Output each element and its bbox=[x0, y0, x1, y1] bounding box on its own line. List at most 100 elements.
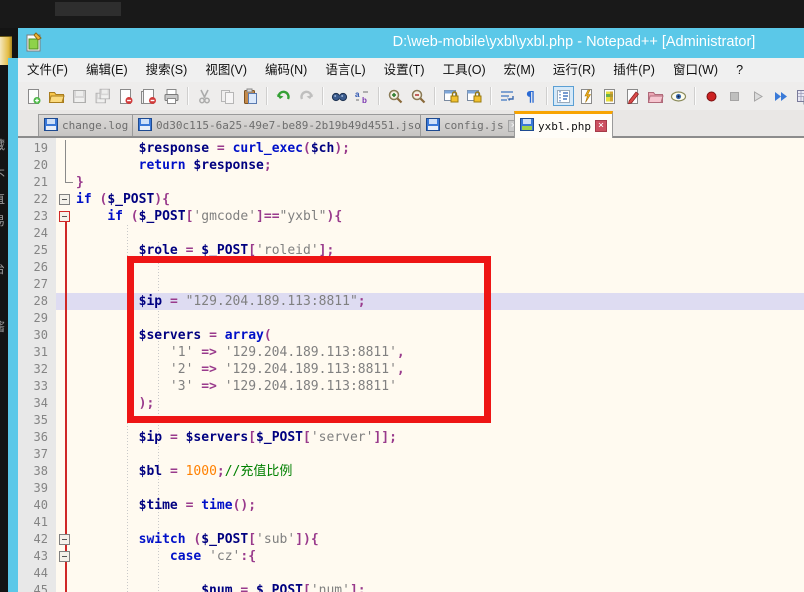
background-window-fragment bbox=[55, 2, 121, 16]
code-line-19[interactable]: 19 $response = curl_exec($ch); bbox=[18, 140, 804, 157]
code-line-22[interactable]: 22if ($_POST){ bbox=[18, 191, 804, 208]
code-line-32[interactable]: 32 '2' => '129.204.189.113:8811', bbox=[18, 361, 804, 378]
sync-horizontal-scroll-icon[interactable] bbox=[464, 86, 485, 106]
function-list-icon[interactable] bbox=[576, 86, 597, 106]
fold-collapse-box[interactable] bbox=[59, 194, 70, 205]
open-file-icon[interactable] bbox=[46, 86, 67, 106]
print-icon[interactable] bbox=[161, 86, 182, 106]
toolbar-separator bbox=[434, 87, 436, 105]
code-editor[interactable]: 19 $response = curl_exec($ch);20 return … bbox=[18, 138, 804, 592]
fold-collapse-box[interactable] bbox=[59, 211, 70, 222]
menu-item[interactable]: ? bbox=[727, 59, 752, 82]
fold-margin bbox=[56, 582, 76, 592]
tab-0d30c115-6a25-49e7-be89-2b19b49d4551.json[interactable]: 0d30c115-6a25-49e7-be89-2b19b49d4551.jso… bbox=[132, 114, 450, 136]
code-line-29[interactable]: 29 bbox=[18, 310, 804, 327]
word-wrap-icon[interactable] bbox=[497, 86, 518, 106]
menu-item[interactable]: 语言(L) bbox=[316, 59, 374, 82]
paste-icon[interactable] bbox=[240, 86, 261, 106]
fold-active-guide bbox=[65, 344, 67, 361]
code-line-26[interactable]: 26 bbox=[18, 259, 804, 276]
undo-icon[interactable] bbox=[273, 86, 294, 106]
menu-item[interactable]: 文件(F) bbox=[18, 59, 77, 82]
macro-record-icon[interactable] bbox=[701, 86, 722, 106]
tab-save-state-icon bbox=[44, 118, 58, 134]
code-line-43[interactable]: 43 case 'cz':{ bbox=[18, 548, 804, 565]
code-line-27[interactable]: 27 bbox=[18, 276, 804, 293]
show-all-characters-icon[interactable]: ¶ bbox=[520, 86, 541, 106]
code-line-33[interactable]: 33 '3' => '129.204.189.113:8811' bbox=[18, 378, 804, 395]
menu-item[interactable]: 窗口(W) bbox=[664, 59, 727, 82]
svg-text:b: b bbox=[362, 96, 367, 105]
tab-close-icon[interactable]: × bbox=[595, 120, 607, 132]
tab-yxbl.php[interactable]: yxbl.php× bbox=[514, 111, 613, 138]
macro-run-multiple-icon[interactable] bbox=[770, 86, 791, 106]
close-all-files-icon[interactable] bbox=[138, 86, 159, 106]
menu-item[interactable]: 宏(M) bbox=[495, 59, 544, 82]
fold-margin bbox=[56, 140, 76, 157]
document-edit-icon[interactable] bbox=[622, 86, 643, 106]
zoom-out-icon[interactable] bbox=[408, 86, 429, 106]
fold-collapse-box[interactable] bbox=[59, 551, 70, 562]
line-number: 24 bbox=[18, 225, 56, 242]
menu-item[interactable]: 工具(O) bbox=[434, 59, 495, 82]
titlebar[interactable]: D:\web-mobile\yxbl\yxbl.php - Notepad++ … bbox=[18, 28, 804, 58]
code-line-36[interactable]: 36 $ip = $servers[$_POST['server']]; bbox=[18, 429, 804, 446]
macro-save-icon[interactable] bbox=[793, 86, 804, 106]
code-line-37[interactable]: 37 bbox=[18, 446, 804, 463]
line-number: 31 bbox=[18, 344, 56, 361]
sync-vertical-scroll-icon[interactable] bbox=[441, 86, 462, 106]
code-line-30[interactable]: 30 $servers = array( bbox=[18, 327, 804, 344]
zoom-in-icon[interactable] bbox=[385, 86, 406, 106]
code-line-38[interactable]: 38 $bl = 1000;//充值比例 bbox=[18, 463, 804, 480]
toolbar-separator bbox=[490, 87, 492, 105]
fold-active-guide bbox=[65, 446, 67, 463]
menu-item[interactable]: 插件(P) bbox=[604, 59, 664, 82]
fold-collapse-box[interactable] bbox=[59, 534, 70, 545]
indent-guide-icon[interactable] bbox=[553, 86, 574, 106]
new-file-icon[interactable] bbox=[23, 86, 44, 106]
code-text: $response = curl_exec($ch); bbox=[76, 140, 350, 157]
line-number: 28 bbox=[18, 293, 56, 310]
code-line-39[interactable]: 39 bbox=[18, 480, 804, 497]
menu-item[interactable]: 运行(R) bbox=[544, 59, 604, 82]
desktop-icon-label-fragment: 易 bbox=[0, 214, 5, 228]
fold-active-guide bbox=[65, 276, 67, 293]
view-eye-icon[interactable] bbox=[668, 86, 689, 106]
code-line-31[interactable]: 31 '1' => '129.204.189.113:8811', bbox=[18, 344, 804, 361]
fold-active-guide bbox=[65, 361, 67, 378]
fold-active-guide bbox=[65, 582, 67, 592]
fold-margin bbox=[56, 208, 76, 225]
replace-icon[interactable]: ab bbox=[352, 86, 373, 106]
fold-active-guide bbox=[65, 327, 67, 344]
code-line-24[interactable]: 24 bbox=[18, 225, 804, 242]
tab-config.js[interactable]: config.js× bbox=[420, 114, 526, 136]
fold-margin bbox=[56, 242, 76, 259]
menu-item[interactable]: 编辑(E) bbox=[77, 59, 137, 82]
line-number: 39 bbox=[18, 480, 56, 497]
find-icon[interactable] bbox=[329, 86, 350, 106]
code-line-41[interactable]: 41 bbox=[18, 514, 804, 531]
code-line-20[interactable]: 20 return $response; bbox=[18, 157, 804, 174]
menu-item[interactable]: 设置(T) bbox=[375, 59, 434, 82]
folder-workspace-icon[interactable] bbox=[645, 86, 666, 106]
code-line-21[interactable]: 21} bbox=[18, 174, 804, 191]
menu-item[interactable]: 视图(V) bbox=[196, 59, 256, 82]
code-line-35[interactable]: 35 bbox=[18, 412, 804, 429]
code-line-34[interactable]: 34 ); bbox=[18, 395, 804, 412]
code-line-42[interactable]: 42 switch ($_POST['sub']){ bbox=[18, 531, 804, 548]
code-line-44[interactable]: 44 bbox=[18, 565, 804, 582]
code-line-28[interactable]: 28 $ip = "129.204.189.113:8811"; bbox=[18, 293, 804, 310]
code-line-23[interactable]: 23 if ($_POST['gmcode']=="yxbl"){ bbox=[18, 208, 804, 225]
fold-margin bbox=[56, 344, 76, 361]
fold-end-marker bbox=[65, 182, 73, 183]
menu-item[interactable]: 编码(N) bbox=[256, 59, 316, 82]
code-line-45[interactable]: 45 $num = $_POST['num']; bbox=[18, 582, 804, 592]
document-map-icon[interactable] bbox=[599, 86, 620, 106]
line-number: 43 bbox=[18, 548, 56, 565]
code-line-25[interactable]: 25 $role = $_POST['roleid']; bbox=[18, 242, 804, 259]
code-line-40[interactable]: 40 $time = time(); bbox=[18, 497, 804, 514]
menu-item[interactable]: 搜索(S) bbox=[137, 59, 197, 82]
line-number: 44 bbox=[18, 565, 56, 582]
save-all-icon bbox=[92, 86, 113, 106]
close-file-icon[interactable] bbox=[115, 86, 136, 106]
